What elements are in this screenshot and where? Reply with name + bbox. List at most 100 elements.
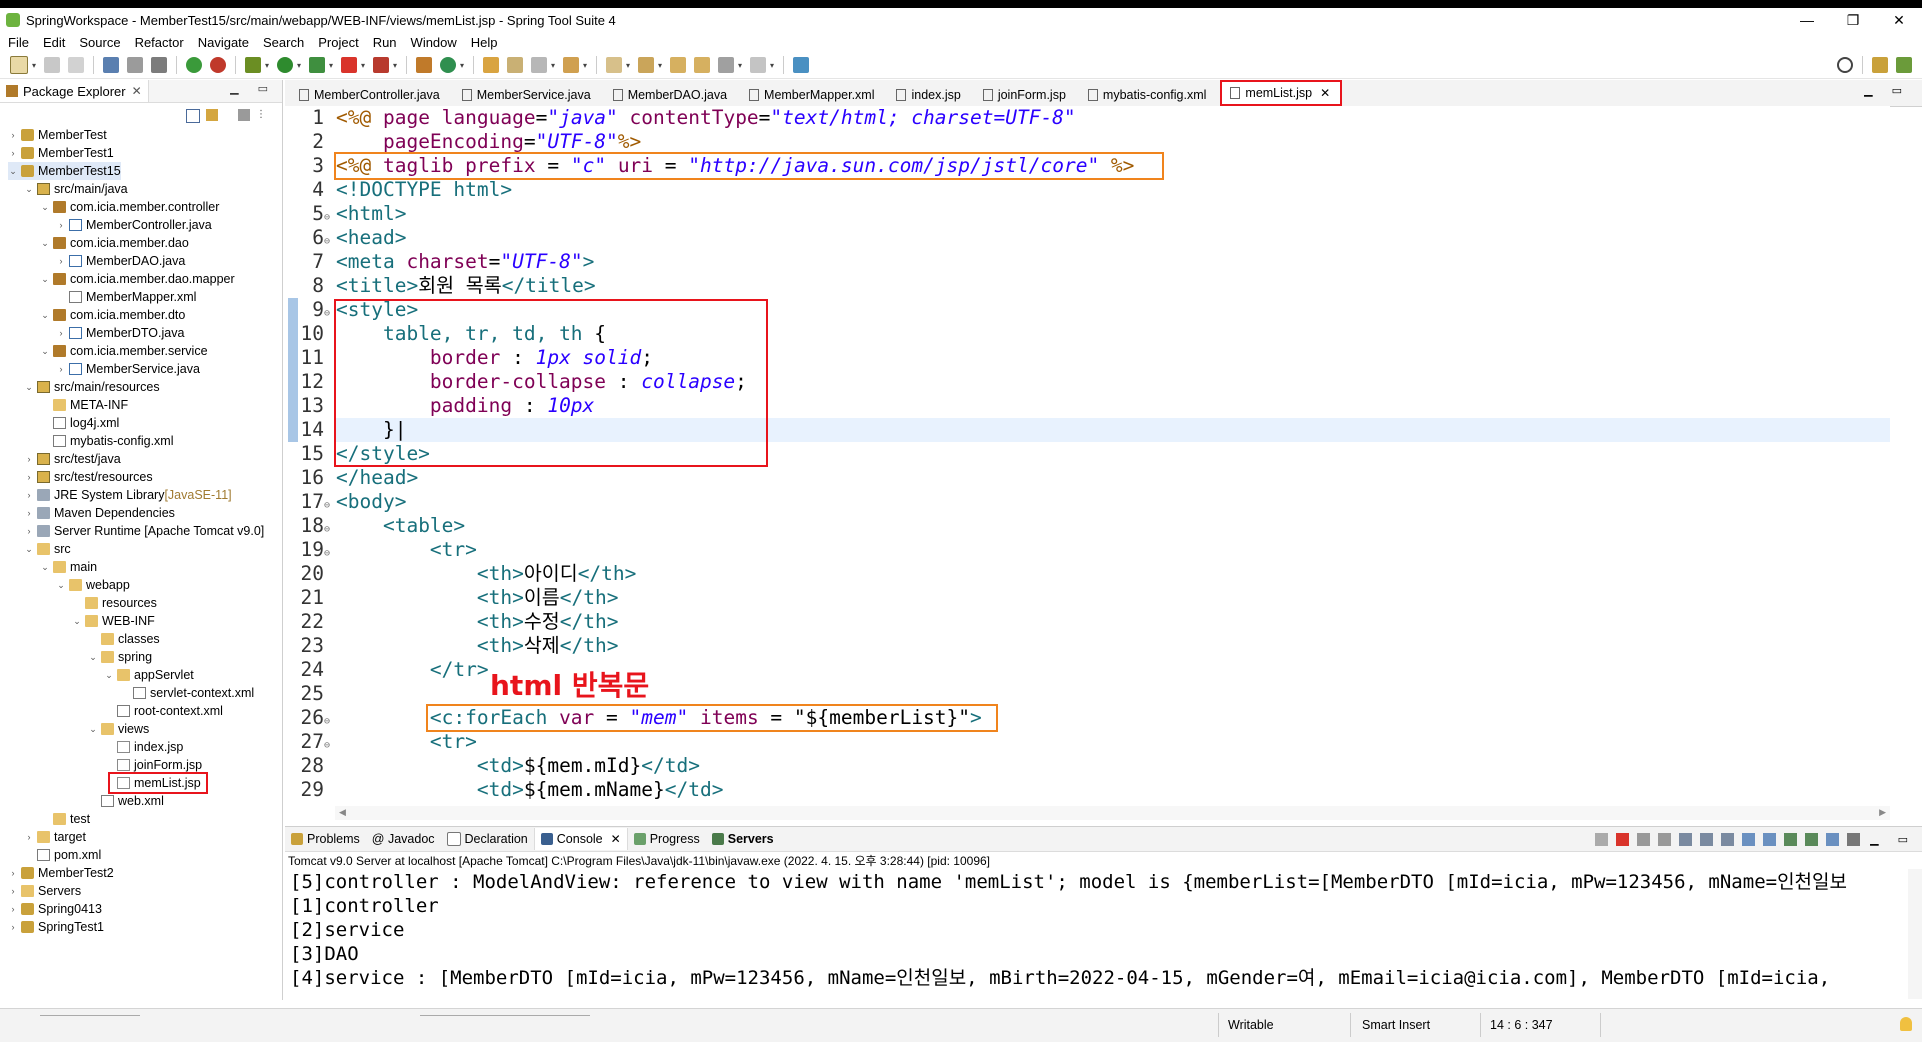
tree-item[interactable]: › JRE System Library [JavaSE-11] xyxy=(24,486,232,504)
open-folder-icon[interactable] xyxy=(563,57,579,73)
code-line[interactable]: 27⊖ <tr> xyxy=(298,730,477,754)
tree-item[interactable]: pom.xml xyxy=(24,846,101,864)
tree-item[interactable]: MemberMapper.xml xyxy=(56,288,196,306)
menu-help[interactable]: Help xyxy=(471,35,498,50)
view-minimize-maximize-icon[interactable]: ▁ ▭ xyxy=(230,82,276,95)
editor-horizontal-scrollbar[interactable]: ◀ ▶ xyxy=(335,806,1890,820)
chevron-right-icon[interactable]: › xyxy=(56,324,66,342)
scroll-lock-icon[interactable] xyxy=(1700,832,1714,846)
chevron-right-icon[interactable]: › xyxy=(8,882,18,900)
tree-item[interactable]: › Servers xyxy=(8,882,82,900)
next-edit-icon[interactable] xyxy=(694,57,710,73)
chevron-right-icon[interactable]: › xyxy=(8,918,18,936)
editor-tab[interactable]: MemberService.java xyxy=(454,84,601,106)
chevron-right-icon[interactable]: › xyxy=(8,864,18,882)
close-icon[interactable]: ✕ xyxy=(611,832,621,846)
new-class-dropdown-icon[interactable]: ▾ xyxy=(460,61,466,70)
chevron-right-icon[interactable]: › xyxy=(24,522,34,540)
code-line[interactable]: 7 <meta charset="UTF-8"> xyxy=(298,250,594,274)
tree-item[interactable]: ⌄ src/main/resources xyxy=(24,378,159,396)
editor-tab[interactable]: index.jsp xyxy=(888,84,970,106)
chevron-right-icon[interactable]: › xyxy=(24,450,34,468)
console-output[interactable]: [5]controller : ModelAndView: reference … xyxy=(285,870,1922,990)
chevron-down-icon[interactable]: ⌄ xyxy=(72,612,82,630)
open-task-icon[interactable] xyxy=(507,57,523,73)
tree-item[interactable]: ⌄ src xyxy=(24,540,70,558)
tree-item[interactable]: ⌄ webapp xyxy=(56,576,130,594)
chevron-right-icon[interactable]: › xyxy=(8,144,18,162)
code-line[interactable]: 20 <th>아이디</th> xyxy=(298,562,637,586)
tree-item[interactable]: › MemberDTO.java xyxy=(56,324,185,342)
display-console-icon[interactable] xyxy=(1784,832,1798,846)
minimize-button[interactable]: — xyxy=(1784,8,1830,32)
chevron-down-icon[interactable]: ⌄ xyxy=(24,378,34,396)
stop-dropdown-icon[interactable]: ▾ xyxy=(361,61,367,70)
new-class-icon[interactable] xyxy=(440,57,456,73)
code-line[interactable]: 16 </head> xyxy=(298,466,419,490)
editor-minimize-maximize-icon[interactable]: ▁ ▭ xyxy=(1864,84,1910,97)
chevron-right-icon[interactable]: › xyxy=(8,126,18,144)
tree-item[interactable]: mybatis-config.xml xyxy=(40,432,174,450)
tree-item[interactable]: servlet-context.xml xyxy=(120,684,254,702)
menu-window[interactable]: Window xyxy=(411,35,457,50)
chevron-down-icon[interactable]: ⌄ xyxy=(56,576,66,594)
code-line[interactable]: 23 <th>삭제</th> xyxy=(298,634,619,658)
tree-item[interactable]: › MemberController.java xyxy=(56,216,212,234)
tree-item[interactable]: › MemberTest xyxy=(8,126,107,144)
editor-tab[interactable]: MemberMapper.xml xyxy=(741,84,884,106)
tree-item[interactable]: › MemberTest1 xyxy=(8,144,114,162)
search-dropdown-icon[interactable]: ▾ xyxy=(551,61,557,70)
close-icon[interactable]: ✕ xyxy=(1320,86,1330,100)
package-explorer-tab[interactable]: Package Explorer ✕ xyxy=(0,80,149,102)
stop-icon[interactable] xyxy=(341,57,357,73)
view-menu-icon[interactable] xyxy=(1826,832,1840,846)
chevron-right-icon[interactable]: › xyxy=(24,504,34,522)
search-icon[interactable] xyxy=(1837,57,1853,73)
back-icon[interactable] xyxy=(718,57,734,73)
skip-breakpoints-icon[interactable] xyxy=(127,57,143,73)
link-with-editor-icon[interactable] xyxy=(206,109,218,121)
panel-minimize-maximize-icon[interactable]: ▁ ▭ xyxy=(1870,833,1916,846)
chevron-down-icon[interactable]: ⌄ xyxy=(24,540,34,558)
tree-item[interactable]: ⌄ com.icia.member.dao xyxy=(40,234,189,252)
collapse-all-icon[interactable] xyxy=(186,109,200,123)
pin-editor-icon[interactable] xyxy=(793,57,809,73)
new-package-icon[interactable] xyxy=(416,57,432,73)
tab-javadoc[interactable]: @ Javadoc xyxy=(366,828,441,850)
forward-dropdown-icon[interactable]: ▾ xyxy=(770,61,776,70)
external-tools-icon[interactable] xyxy=(373,57,389,73)
scroll-right-icon[interactable]: ▶ xyxy=(1879,807,1886,818)
prev-edit-icon[interactable] xyxy=(670,57,686,73)
tree-item[interactable]: › src/test/java xyxy=(24,450,121,468)
tree-item[interactable]: ⌄ src/main/java xyxy=(24,180,127,198)
tree-item[interactable]: › MemberDAO.java xyxy=(56,252,186,270)
forward-icon[interactable] xyxy=(750,57,766,73)
chevron-right-icon[interactable]: › xyxy=(56,360,66,378)
tree-item[interactable]: › Maven Dependencies xyxy=(24,504,175,522)
code-line[interactable]: 21 <th>이름</th> xyxy=(298,586,619,610)
menu-run[interactable]: Run xyxy=(373,35,397,50)
tab-console[interactable]: Console ✕ xyxy=(533,828,628,850)
menu-refactor[interactable]: Refactor xyxy=(135,35,184,50)
tree-item[interactable]: ⌄ WEB-INF xyxy=(72,612,155,630)
tree-item[interactable]: log4j.xml xyxy=(40,414,119,432)
debug-icon[interactable] xyxy=(245,57,261,73)
view-menu-icon[interactable] xyxy=(238,109,250,121)
tree-item[interactable]: › Server Runtime [Apache Tomcat v9.0] xyxy=(24,522,265,540)
code-line[interactable]: 8 <title>회원 목록</title> xyxy=(298,274,595,298)
chevron-down-icon[interactable]: ⌄ xyxy=(8,162,18,180)
tree-item[interactable]: resources xyxy=(72,594,157,612)
code-line[interactable]: 18⊖ <table> xyxy=(298,514,466,538)
code-line[interactable]: 22 <th>수정</th> xyxy=(298,610,619,634)
clear-console-icon[interactable] xyxy=(1679,832,1693,846)
code-line[interactable]: 17⊖ <body> xyxy=(298,490,407,514)
code-line[interactable]: 24 </tr> xyxy=(298,658,489,682)
coverage-dropdown-icon[interactable]: ▾ xyxy=(329,61,335,70)
chevron-down-icon[interactable]: ⌄ xyxy=(40,342,50,360)
terminate-icon[interactable] xyxy=(1616,832,1630,846)
tree-item[interactable]: test xyxy=(40,810,90,828)
close-icon[interactable]: ✕ xyxy=(132,84,142,98)
spring-relaunch-icon[interactable] xyxy=(210,57,226,73)
chevron-down-icon[interactable]: ⌄ xyxy=(40,306,50,324)
code-line[interactable]: 2 pageEncoding="UTF-8"%> xyxy=(298,130,641,154)
